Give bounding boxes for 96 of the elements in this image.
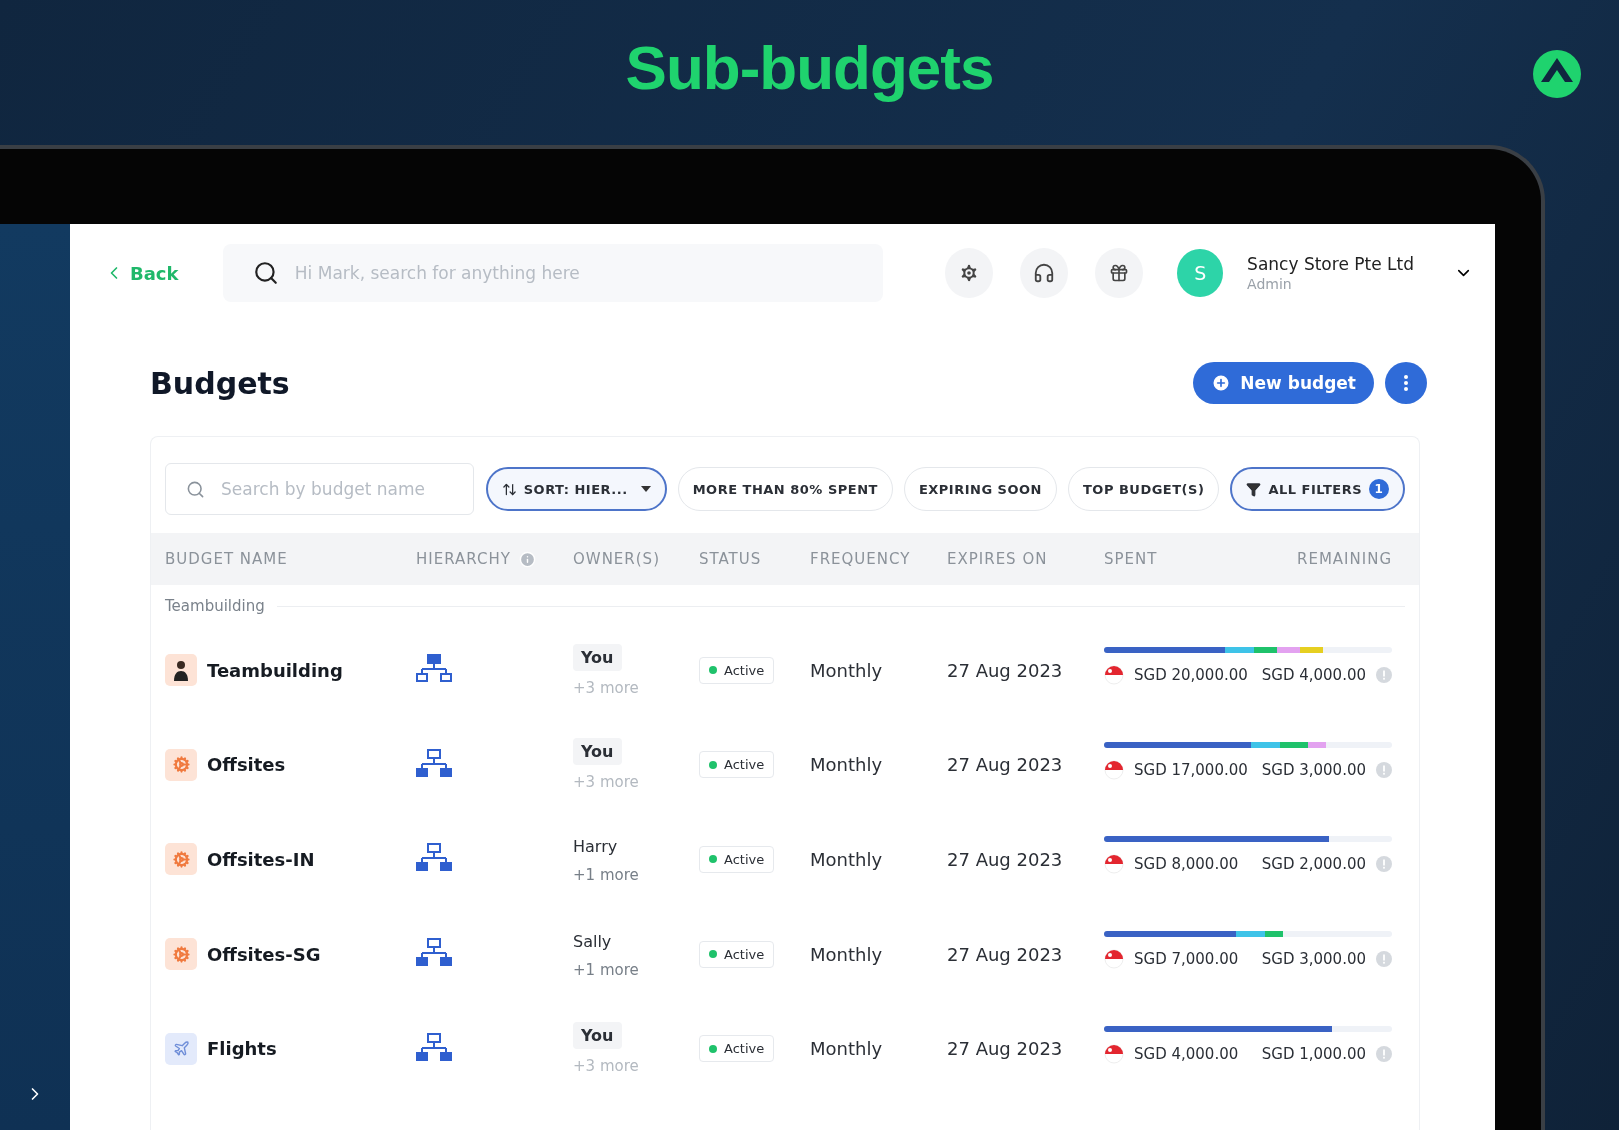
owner-name: You: [573, 1022, 622, 1050]
spent-amount: SGD 7,000.00: [1134, 950, 1240, 969]
page-title: Budgets: [150, 365, 291, 401]
table-cell-text: 27 Aug 2023: [947, 1038, 1064, 1060]
owner-name: Harry: [573, 836, 618, 858]
remaining-amount: SGD 3,000.00: [1261, 760, 1366, 779]
budget-name[interactable]: Teambuilding: [207, 659, 343, 681]
column-header: EXPIRES ON: [947, 550, 1049, 568]
filter-chip[interactable]: EXPIRING SOON: [903, 467, 1057, 511]
flag-icon: [1104, 759, 1124, 780]
column-header: OWNER(S): [573, 550, 661, 568]
alert-icon: [1376, 761, 1392, 778]
alert-icon: [1376, 951, 1392, 968]
table-cell-text: 27 Aug 2023: [947, 754, 1064, 776]
funnel-icon: [1246, 481, 1262, 497]
more-owners: +1 more: [573, 866, 639, 884]
search-field[interactable]: Search by budget name: [165, 463, 474, 515]
sort-icon: [501, 481, 517, 497]
status-badge: Active: [699, 1035, 775, 1063]
remaining-amount: SGD 1,000.00: [1261, 1044, 1366, 1063]
table-cell-text: Monthly: [810, 1038, 884, 1060]
account-name: Sancy Store Pte Ltd: [1247, 254, 1414, 274]
hierarchy-icon: [416, 937, 452, 968]
hierarchy-icon: [416, 747, 452, 778]
table-cell-text: 27 Aug 2023: [947, 849, 1064, 870]
status-badge: Active: [699, 846, 775, 873]
search-icon: [252, 260, 279, 286]
filter-chip[interactable]: TOP BUDGET(S): [1067, 467, 1220, 511]
alert-icon: [1376, 1045, 1392, 1062]
column-header: REMAINING: [1297, 550, 1392, 568]
table-cell-text: Monthly: [810, 943, 884, 965]
budget-name[interactable]: Offsites: [207, 754, 286, 776]
column-header: SPENT: [1104, 550, 1158, 568]
flag-icon: [1104, 1043, 1124, 1064]
filters-button[interactable]: ALL FILTERS 1: [1230, 467, 1405, 511]
gear-icon: [165, 843, 197, 876]
plane-icon: [165, 1032, 197, 1065]
account-role: Admin: [1247, 276, 1293, 292]
remaining-amount: SGD 2,000.00: [1261, 855, 1366, 874]
more-owners: +3 more: [573, 1057, 639, 1076]
more-button[interactable]: [1385, 362, 1427, 404]
count-badge: 1: [1369, 479, 1389, 499]
column-header: STATUS: [699, 550, 763, 568]
avatar: S: [1177, 249, 1224, 297]
group-label: Teambuilding: [165, 597, 265, 615]
status-badge: Active: [699, 656, 775, 684]
table-cell-text: Monthly: [810, 754, 884, 776]
gear-icon: [165, 938, 197, 971]
table-cell-text: 27 Aug 2023: [947, 943, 1064, 965]
budget-name[interactable]: Flights: [207, 1038, 277, 1060]
logo-icon: [1531, 48, 1583, 100]
flag-icon: [1104, 854, 1124, 875]
remaining-amount: SGD 4,000.00: [1261, 666, 1366, 685]
spent-amount: SGD 4,000.00: [1134, 1044, 1240, 1063]
new-budget-button[interactable]: New budget: [1193, 362, 1374, 404]
search-icon: [186, 479, 205, 499]
owner-name: You: [573, 643, 622, 671]
search-field[interactable]: Hi Mark, search for anything here: [222, 244, 883, 302]
headset-icon: [1033, 262, 1056, 284]
column-header: FREQUENCY: [810, 550, 912, 568]
search-input[interactable]: Hi Mark, search for anything here: [292, 262, 863, 284]
more-owners: +3 more: [573, 678, 639, 697]
gift-icon: [1109, 263, 1130, 283]
more-owners: +1 more: [573, 960, 639, 979]
owner-name: Sally: [573, 930, 612, 953]
table-cell-text: Monthly: [810, 659, 884, 681]
gear-icon: [165, 748, 197, 781]
spent-amount: SGD 17,000.00: [1134, 760, 1249, 779]
status-badge: Active: [699, 751, 775, 779]
spent-amount: SGD 8,000.00: [1134, 855, 1240, 874]
column-header: BUDGET NAME: [165, 550, 289, 568]
banner-title: Sub-budgets: [625, 32, 994, 103]
plus-icon: [1211, 373, 1232, 393]
flag-icon: [1104, 949, 1124, 970]
caret-icon: [640, 486, 651, 492]
budget-name[interactable]: Offsites-IN: [207, 849, 315, 870]
filter-chip[interactable]: MORE THAN 80% SPENT: [677, 467, 893, 511]
owner-name: You: [573, 738, 622, 766]
column-header: HIERARCHY: [416, 550, 511, 568]
remaining-amount: SGD 3,000.00: [1261, 950, 1366, 969]
budget-name[interactable]: Offsites-SG: [207, 943, 321, 965]
alert-icon: [1376, 856, 1392, 873]
hierarchy-icon: [416, 653, 452, 684]
hierarchy-icon: [416, 842, 452, 873]
sort-dropdown[interactable]: SORT: HIER...: [485, 467, 667, 511]
search-input[interactable]: Search by budget name: [219, 478, 453, 500]
table-cell-text: Monthly: [810, 849, 884, 870]
table-cell-text: 27 Aug 2023: [947, 659, 1064, 681]
spent-amount: SGD 20,000.00: [1134, 666, 1249, 685]
alert-icon: [1376, 667, 1392, 684]
hierarchy-icon: [416, 1031, 452, 1062]
person-icon: [165, 654, 197, 687]
more-owners: +3 more: [573, 773, 639, 792]
kebab-icon: [1404, 375, 1408, 391]
status-badge: Active: [699, 940, 775, 968]
flag-icon: [1104, 665, 1124, 686]
